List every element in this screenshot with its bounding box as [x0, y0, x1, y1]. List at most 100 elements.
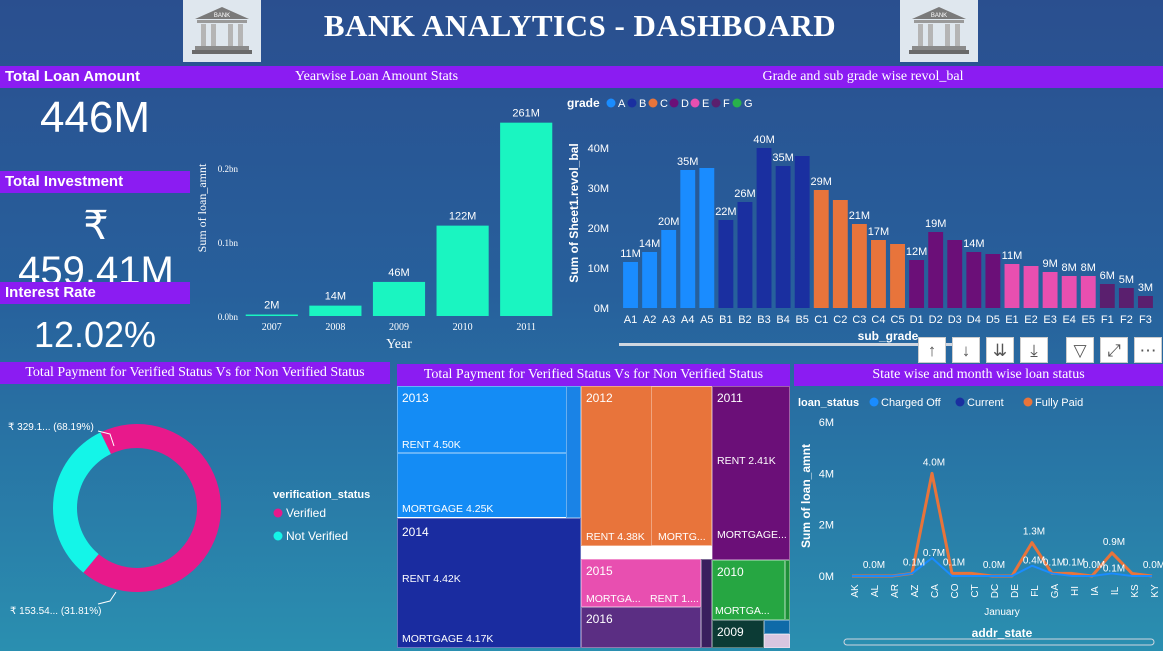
- yearwise-chart-title: Yearwise Loan Amount Stats: [190, 66, 563, 88]
- verification-treemap: 2013 RENT 4.50K MORTGAGE 4.25K 2014 RENT 4.4…: [397, 386, 790, 648]
- treemap-label: RENT 4.38K: [586, 531, 645, 543]
- data-label: 6M: [1100, 270, 1115, 282]
- x-tick-label: IL: [1110, 586, 1121, 595]
- data-label: 20M: [658, 216, 679, 228]
- data-label: 14M: [639, 238, 660, 250]
- x-tick-label: F3: [1139, 314, 1152, 326]
- legend-marker: [869, 397, 879, 407]
- data-label: 12M: [906, 246, 927, 258]
- bar: [851, 224, 867, 308]
- x-tick-label: C1: [814, 314, 828, 326]
- bar: [832, 200, 848, 308]
- data-label: 0.1M: [1063, 557, 1085, 568]
- legend-marker: [606, 98, 616, 108]
- x-tick-label: B3: [757, 314, 770, 326]
- treemap-cell-2009[interactable]: 2009: [712, 620, 764, 648]
- data-label: 2M: [264, 300, 279, 312]
- bar: [642, 252, 658, 308]
- x-tick-label: CT: [970, 584, 981, 597]
- x-tick-label: A2: [643, 314, 656, 326]
- data-label: 29M: [811, 176, 832, 188]
- x-tick-label: C3: [852, 314, 866, 326]
- x-tick-label: 2011: [516, 322, 536, 333]
- treemap-cell-2014[interactable]: 2014 RENT 4.42K MORTGAGE 4.17K: [397, 518, 581, 648]
- data-label: 35M: [677, 156, 698, 168]
- treemap-cell-2010[interactable]: 2010 MORTGA...: [712, 560, 785, 620]
- data-label: 0.0M: [983, 560, 1005, 571]
- treemap-cell-2015[interactable]: 2015 MORTGA... RENT 1....: [581, 559, 701, 607]
- x-tick-label: IA: [1090, 586, 1101, 596]
- drill-down-button[interactable]: ↓: [952, 337, 980, 363]
- y-tick-label: 4M: [819, 468, 834, 480]
- data-label: 0.0M: [863, 560, 885, 571]
- legend-title: grade: [567, 96, 600, 110]
- treemap-cell-2011[interactable]: 2011 RENT 2.41K MORTGAGE...: [712, 386, 790, 560]
- data-label: 4.0M: [923, 457, 945, 468]
- legend-item: Verified: [286, 506, 326, 520]
- data-label: 22M: [715, 206, 736, 218]
- bar: [623, 262, 638, 308]
- expand-all-button[interactable]: ⇊: [986, 337, 1014, 363]
- bar: [1099, 284, 1115, 308]
- legend-item: D: [681, 98, 689, 110]
- x-tick-label: GA: [1050, 583, 1061, 598]
- data-label: 40M: [753, 134, 774, 146]
- bar: [928, 232, 944, 308]
- data-label: 8M: [1062, 262, 1077, 274]
- x-tick-label: D2: [929, 314, 943, 326]
- bar: [1080, 276, 1096, 308]
- x-tick-label: HI: [1070, 586, 1081, 596]
- legend-marker: [1023, 397, 1033, 407]
- x-tick-label: D5: [986, 314, 1000, 326]
- filter-icon[interactable]: ▽: [1066, 337, 1094, 363]
- treemap-subcell[interactable]: [566, 386, 581, 518]
- grade-chart-title: Grade and sub grade wise revol_bal: [563, 66, 1163, 88]
- treemap-label: 2012: [586, 391, 613, 405]
- x-tick-label: A4: [681, 314, 694, 326]
- x-tick-label: B4: [776, 314, 789, 326]
- treemap-divider[interactable]: [397, 452, 581, 454]
- data-label: 1.3M: [1023, 527, 1045, 538]
- x-tick-label: B5: [795, 314, 808, 326]
- treemap-label: 2009: [717, 625, 744, 639]
- treemap-label: MORTGAGE 4.17K: [402, 633, 494, 645]
- x-tick-label: D4: [967, 314, 981, 326]
- more-options-icon[interactable]: ⋯: [1134, 337, 1162, 363]
- focus-mode-icon[interactable]: ⤢: [1100, 337, 1128, 363]
- y-tick-label: 20M: [588, 223, 609, 235]
- treemap-subcell[interactable]: [764, 620, 790, 634]
- bar: [890, 244, 905, 308]
- treemap-subcell[interactable]: [764, 634, 790, 648]
- dashboard-header: BANK BANK ANALYTICS - DASHBOARD BANK: [0, 0, 1163, 62]
- data-label: 0.1M: [943, 557, 965, 568]
- drill-up-button[interactable]: ↑: [918, 337, 946, 363]
- treemap-label: 2010: [717, 565, 744, 579]
- x-tick-label: DE: [1010, 584, 1021, 598]
- legend-title: verification_status: [273, 489, 370, 501]
- bar: [909, 260, 925, 308]
- x-tick-label: AR: [890, 584, 901, 598]
- interest-rate-label: Interest Rate: [0, 282, 190, 304]
- total-investment-label: Total Investment: [0, 171, 190, 193]
- treemap-label: 2011: [717, 391, 743, 405]
- grade-bar-chart: grade A B C D E F G 0M 10M 20M 30M 40M 11M A1 14M A2 20M A…: [567, 96, 1153, 346]
- x-tick-label: 2009: [389, 322, 409, 333]
- x-tick-label: E2: [1024, 314, 1037, 326]
- data-label: 0.7M: [923, 548, 945, 559]
- expand-hierarchy-button[interactable]: ⤓: [1020, 337, 1048, 363]
- y-axis-label: Sum of loan_amnt: [799, 444, 813, 548]
- bar: [737, 202, 753, 308]
- treemap-label: RENT 4.50K: [402, 439, 461, 451]
- treemap-subcell[interactable]: [701, 559, 712, 648]
- treemap-subcell[interactable]: [651, 386, 713, 546]
- legend-item: B: [639, 98, 646, 110]
- treemap-subcell[interactable]: [785, 560, 790, 620]
- bar: [1061, 276, 1077, 308]
- bar: [756, 148, 772, 308]
- data-label: 21M: [849, 210, 870, 222]
- y-tick-label: 0M: [819, 571, 834, 583]
- x-tick-label: C4: [871, 314, 885, 326]
- data-label: 14M: [325, 291, 346, 303]
- treemap-cell-2016[interactable]: 2016: [581, 607, 701, 648]
- data-label: 46M: [388, 267, 409, 279]
